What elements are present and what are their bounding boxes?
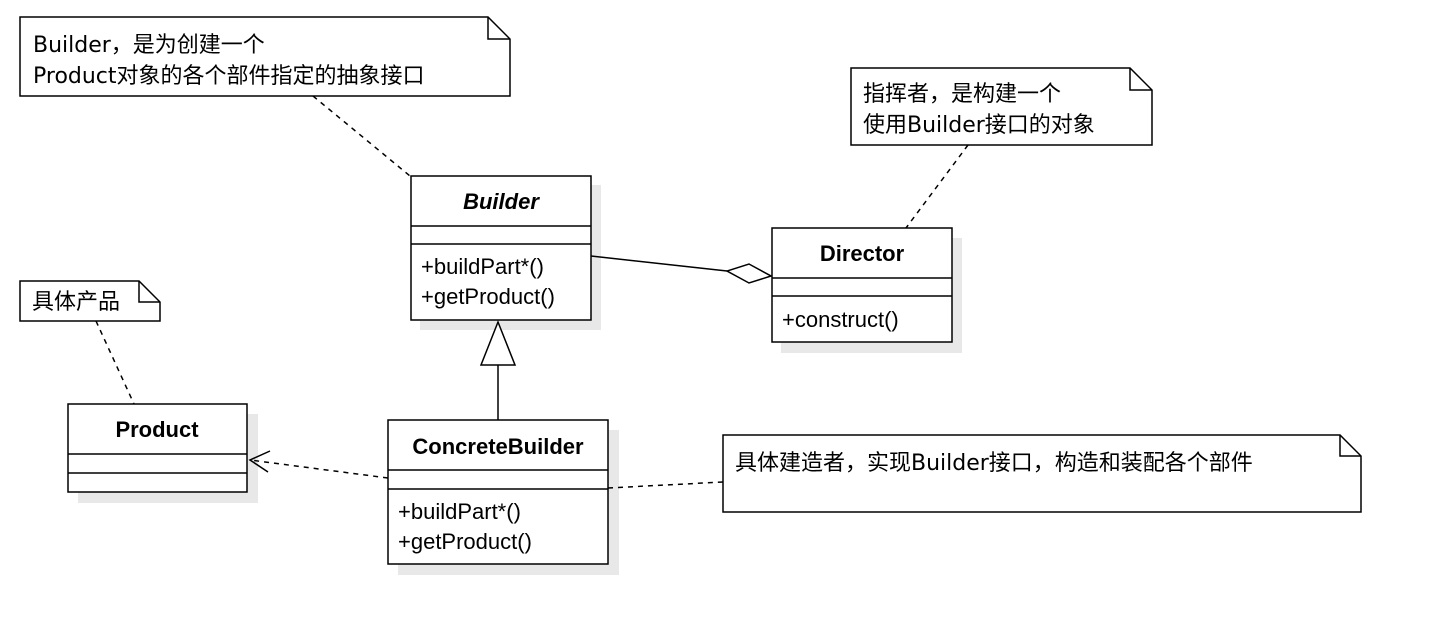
note-director: 指挥者，是构建一个 使用Builder接口的对象	[850, 67, 1153, 146]
aggregation-diamond	[725, 263, 773, 284]
generalization-relation	[479, 319, 517, 420]
class-director[interactable]: Director +construct()	[771, 227, 953, 343]
class-concrete-builder-op-1: +buildPart*()	[398, 499, 521, 524]
connector-director-note	[905, 144, 969, 229]
note-builder-line-1: Builder，是为创建一个	[33, 33, 265, 58]
class-concrete-builder-name: ConcreteBuilder	[412, 434, 584, 459]
connector-concrete-note	[607, 481, 724, 489]
uml-diagram: Builder，是为创建一个 Product对象的各个部件指定的抽象接口 指挥者…	[19, 16, 1362, 575]
dependency-relation	[248, 450, 389, 479]
class-concrete-builder-op-2: +getProduct()	[398, 529, 532, 554]
note-concrete-line-1: 具体建造者，实现Builder接口，构造和装配各个部件	[735, 451, 1253, 476]
class-director-name: Director	[820, 241, 905, 266]
note-concrete-builder: 具体建造者，实现Builder接口，构造和装配各个部件	[722, 434, 1362, 513]
connector-builder-note	[312, 95, 411, 177]
class-builder[interactable]: Builder +buildPart*() +getProduct()	[410, 175, 592, 321]
note-director-line-1: 指挥者，是构建一个	[863, 82, 1061, 107]
note-builder-line-2: Product对象的各个部件指定的抽象接口	[33, 64, 425, 89]
note-builder: Builder，是为创建一个 Product对象的各个部件指定的抽象接口	[19, 16, 511, 97]
class-builder-op-2: +getProduct()	[421, 284, 555, 309]
class-builder-op-1: +buildPart*()	[421, 254, 544, 279]
aggregation-relation	[590, 255, 773, 284]
class-builder-name: Builder	[463, 189, 540, 214]
note-product-line-1: 具体产品	[32, 290, 120, 315]
class-product-name: Product	[115, 417, 199, 442]
note-director-line-2: 使用Builder接口的对象	[863, 113, 1095, 138]
connector-product-note	[95, 320, 135, 405]
class-director-op-1: +construct()	[782, 307, 899, 332]
class-concrete-builder[interactable]: ConcreteBuilder +buildPart*() +getProduc…	[387, 419, 609, 565]
class-product[interactable]: Product	[67, 403, 248, 493]
note-product: 具体产品	[19, 280, 161, 322]
